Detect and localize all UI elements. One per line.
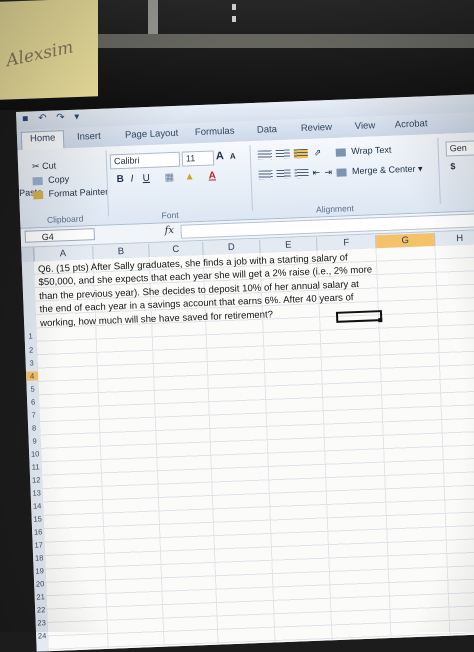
row-header-20[interactable]: 20 <box>34 579 46 588</box>
row-header-5[interactable]: 5 <box>26 384 38 393</box>
undo-icon[interactable]: ↶ <box>38 113 47 124</box>
fill-color-icon[interactable]: ▲ <box>184 171 194 182</box>
format-painter-label: Format Painter <box>48 186 109 199</box>
tab-page-layout[interactable]: Page Layout <box>117 126 187 142</box>
row-header-14[interactable]: 14 <box>31 501 43 510</box>
row-header-15[interactable]: 15 <box>31 514 43 523</box>
row-header-19[interactable]: 19 <box>33 566 45 575</box>
cut-button[interactable]: ✂ Cut <box>32 161 56 173</box>
row-header-12[interactable]: 12 <box>30 475 42 484</box>
tab-insert[interactable]: Insert <box>69 129 109 144</box>
fx-icon[interactable]: fx <box>164 225 174 236</box>
merge-icon <box>336 167 347 177</box>
ribbon-separator <box>437 137 441 204</box>
fill-handle[interactable] <box>378 318 383 323</box>
row-header-21[interactable]: 21 <box>34 592 46 601</box>
row-header-24[interactable]: 24 <box>36 631 48 640</box>
grow-font-button[interactable]: A <box>216 150 224 162</box>
copy-label: Copy <box>47 174 70 185</box>
row-header-17[interactable]: 17 <box>32 540 44 549</box>
row-header-8[interactable]: 8 <box>28 423 40 432</box>
align-center-icon[interactable] <box>276 169 291 180</box>
row-header-11[interactable]: 11 <box>29 462 41 471</box>
row-header-9[interactable]: 9 <box>28 436 40 445</box>
wall-light <box>148 0 158 34</box>
row-header-6[interactable]: 6 <box>27 397 39 406</box>
brush-icon <box>33 190 44 200</box>
tab-view[interactable]: View <box>347 119 384 133</box>
sticky-note-text: Alexsim <box>4 37 75 72</box>
row-header-23[interactable]: 23 <box>35 618 47 627</box>
wrap-text-button[interactable]: Wrap Text <box>335 144 392 157</box>
name-box[interactable]: G4 <box>24 228 95 243</box>
align-top-icon[interactable] <box>257 150 273 160</box>
copy-button[interactable]: Copy <box>32 174 70 186</box>
orientation-icon[interactable]: ⇗ <box>314 147 322 158</box>
cut-label: Cut <box>41 160 57 172</box>
copy-icon <box>32 176 43 186</box>
increase-indent-icon[interactable]: ⇥ <box>324 167 332 178</box>
merge-center-button[interactable]: Merge & Center ▾ <box>336 163 423 177</box>
borders-icon[interactable]: ▦ <box>164 172 174 183</box>
number-format-dropdown[interactable]: Gen <box>445 140 474 157</box>
redo-icon[interactable]: ↷ <box>56 112 65 123</box>
font-color-button[interactable]: A <box>208 170 216 181</box>
align-left-icon[interactable] <box>258 170 273 180</box>
font-group-label: Font <box>161 209 179 221</box>
alignment-group-label: Alignment <box>315 203 355 215</box>
tab-review[interactable]: Review <box>293 121 341 136</box>
wrap-text-icon <box>335 147 346 157</box>
decrease-indent-icon[interactable]: ⇤ <box>312 167 320 178</box>
format-painter-button[interactable]: Format Painter <box>33 187 108 200</box>
align-middle-icon[interactable] <box>275 149 290 160</box>
currency-format-button[interactable]: $ <box>450 161 455 171</box>
row-header-4[interactable]: 4 <box>25 371 39 381</box>
tab-acrobat[interactable]: Acrobat <box>387 117 436 132</box>
scissors-icon: ✂ <box>31 161 40 172</box>
row-header-13[interactable]: 13 <box>30 488 42 497</box>
ribbon-separator <box>105 150 110 217</box>
row-header-16[interactable]: 16 <box>32 527 44 536</box>
monitor-top-edge <box>98 34 474 48</box>
font-name-dropdown[interactable]: Calibri <box>109 151 181 170</box>
tab-formulas[interactable]: Formulas <box>187 124 243 139</box>
row-header-1[interactable]: 1 <box>24 331 36 341</box>
tab-data[interactable]: Data <box>249 123 286 137</box>
row-header-3[interactable]: 3 <box>25 358 37 368</box>
row-header-10[interactable]: 10 <box>29 449 41 458</box>
row-header-22[interactable]: 22 <box>35 605 47 614</box>
italic-button[interactable]: I <box>130 174 133 185</box>
chevron-down-icon: ▾ <box>417 163 423 174</box>
excel-window: ■ ↶ ↷ ▾ Home Insert Page Layout Formulas… <box>16 93 474 652</box>
bold-button[interactable]: B <box>116 174 124 185</box>
ribbon-separator <box>249 145 253 212</box>
customize-icon[interactable]: ▾ <box>74 112 79 123</box>
row-header-7[interactable]: 7 <box>27 410 39 419</box>
align-bottom-icon[interactable] <box>293 148 308 159</box>
save-icon[interactable]: ■ <box>22 114 28 125</box>
merge-center-label: Merge & Center <box>351 163 416 177</box>
wrap-text-label: Wrap Text <box>351 144 392 157</box>
clipboard-group-label: Clipboard <box>46 213 84 225</box>
sticky-note: Alexsim <box>0 0 98 100</box>
row-header-2[interactable]: 2 <box>25 345 37 355</box>
active-cell-g4[interactable] <box>335 310 383 323</box>
underline-button[interactable]: U <box>142 173 150 184</box>
row-header-18[interactable]: 18 <box>33 553 45 562</box>
align-right-icon[interactable] <box>294 168 309 179</box>
font-size-dropdown[interactable]: 11 <box>181 150 215 167</box>
wall-marks <box>232 4 236 28</box>
shrink-font-button[interactable]: A <box>230 152 236 161</box>
